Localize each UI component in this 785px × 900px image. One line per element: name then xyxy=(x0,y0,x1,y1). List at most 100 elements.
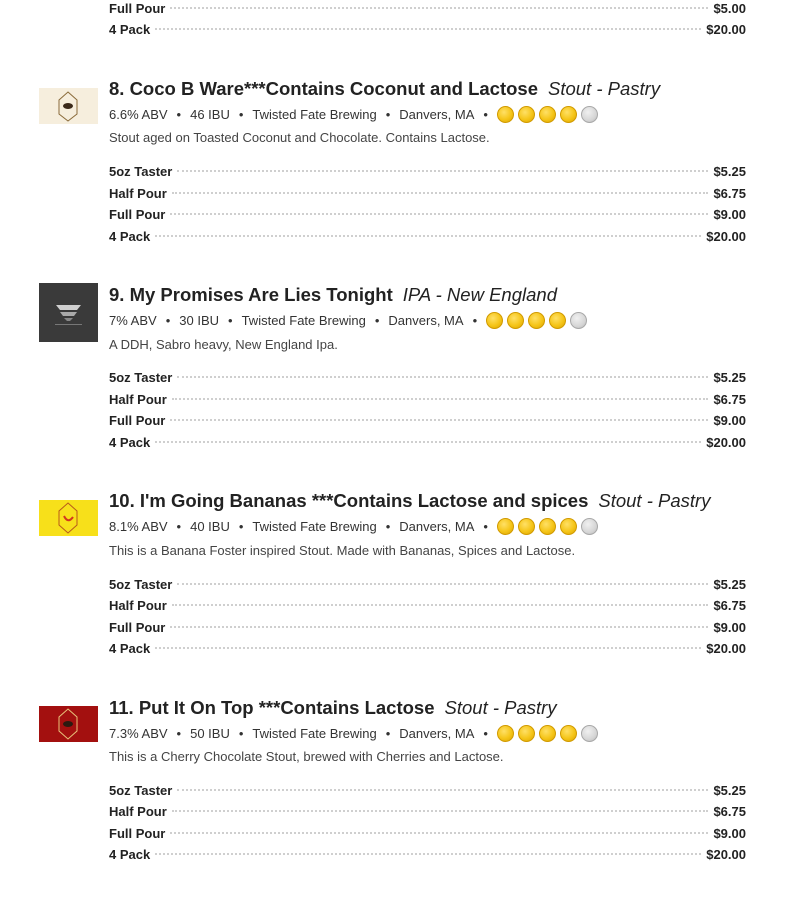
price-value: $9.00 xyxy=(713,826,746,841)
price-row: 4 Pack $20.00 xyxy=(109,435,746,455)
price-value: $6.75 xyxy=(713,598,746,613)
beer-description: A DDH, Sabro heavy, New England Ipa. xyxy=(109,337,338,352)
price-value: $6.75 xyxy=(713,186,746,201)
dotted-leader xyxy=(155,441,702,443)
price-size: Full Pour xyxy=(109,620,166,635)
price-value: $5.25 xyxy=(713,370,746,385)
bottlecap-empty-icon xyxy=(580,105,598,123)
price-size: 4 Pack xyxy=(109,847,151,862)
dotted-leader xyxy=(170,832,709,834)
price-value: $5.25 xyxy=(713,783,746,798)
ibu: 46 IBU xyxy=(190,106,230,122)
price-value: $6.75 xyxy=(713,804,746,819)
price-size: 4 Pack xyxy=(109,641,151,656)
ibu: 50 IBU xyxy=(190,725,230,741)
beer-label-logo[interactable] xyxy=(39,283,98,342)
rating-bottlecaps xyxy=(496,517,598,535)
bottlecap-full-icon xyxy=(496,105,514,123)
abv: 7% ABV xyxy=(109,312,157,328)
price-row: 5oz Taster $5.25 xyxy=(109,370,746,390)
dotted-leader xyxy=(155,235,702,237)
beer-style: Stout - Pastry xyxy=(598,490,711,511)
separator: • xyxy=(176,725,182,741)
dotted-leader xyxy=(170,7,709,9)
separator: • xyxy=(483,725,488,741)
dotted-leader xyxy=(155,28,702,30)
price-row: Half Pour $6.75 xyxy=(109,186,746,206)
beer-label-logo[interactable] xyxy=(39,500,98,536)
separator: • xyxy=(165,312,171,328)
logo-image xyxy=(39,283,98,342)
bottlecap-full-icon xyxy=(559,724,577,742)
price-row: 5oz Taster $5.25 xyxy=(109,164,746,184)
price-row-full-pour: Full Pour $5.00 xyxy=(109,1,746,21)
price-size: 5oz Taster xyxy=(109,783,173,798)
beer-label-logo[interactable] xyxy=(39,706,98,742)
dotted-leader xyxy=(177,583,709,585)
beer-meta: 7% ABV • 30 IBU • Twisted Fate Brewing • Da… xyxy=(109,310,588,330)
price-size: Half Pour xyxy=(109,804,167,819)
price-value: $5.00 xyxy=(713,1,746,16)
price-row: Half Pour $6.75 xyxy=(109,598,746,618)
price-size: Full Pour xyxy=(109,826,166,841)
beer-name[interactable]: 9. My Promises Are Lies Tonight xyxy=(109,284,393,306)
bottlecap-empty-icon xyxy=(570,311,588,329)
price-row: Full Pour $9.00 xyxy=(109,826,746,846)
location: Danvers, MA xyxy=(399,106,475,122)
beer-meta: 7.3% ABV • 50 IBU • Twisted Fate Brewing • … xyxy=(109,723,598,743)
price-value: $6.75 xyxy=(713,392,746,407)
dotted-leader xyxy=(177,789,709,791)
dotted-leader xyxy=(171,192,709,194)
beer-title-line: 11. Put It On Top ***Contains Lactose St… xyxy=(109,697,557,721)
price-size: 5oz Taster xyxy=(109,577,173,592)
price-size: Full Pour xyxy=(109,207,166,222)
beer-label-logo[interactable] xyxy=(39,88,98,124)
price-size: 4 Pack xyxy=(109,229,151,244)
price-size: Half Pour xyxy=(109,598,167,613)
price-row: 5oz Taster $5.25 xyxy=(109,783,746,803)
price-value: $20.00 xyxy=(706,641,746,656)
beer-title-line: 10. I'm Going Bananas ***Contains Lactos… xyxy=(109,490,710,514)
separator: • xyxy=(483,518,488,534)
separator: • xyxy=(238,725,244,741)
beer-name[interactable]: 8. Coco B Ware***Contains Coconut and La… xyxy=(109,78,538,100)
price-value: $20.00 xyxy=(706,847,746,862)
bottlecap-full-icon xyxy=(517,517,535,535)
dotted-leader xyxy=(155,647,702,649)
separator: • xyxy=(228,312,233,328)
abv: 8.1% ABV xyxy=(109,518,168,534)
abv: 6.6% ABV xyxy=(109,106,168,122)
separator: • xyxy=(483,106,488,122)
price-value: $20.00 xyxy=(706,22,746,37)
bottlecap-full-icon xyxy=(507,311,525,329)
abv: 7.3% ABV xyxy=(109,725,168,741)
dotted-leader xyxy=(171,604,709,606)
brewery: Twisted Fate Brewing xyxy=(252,106,377,122)
separator: • xyxy=(472,312,478,328)
price-value: $9.00 xyxy=(713,207,746,222)
rating-bottlecaps xyxy=(496,105,598,123)
beer-style: Stout - Pastry xyxy=(548,78,661,99)
bottlecap-full-icon xyxy=(538,517,556,535)
price-size: Full Pour xyxy=(109,1,166,16)
beer-description: Stout aged on Toasted Coconut and Chocol… xyxy=(109,130,490,145)
rating-bottlecaps xyxy=(486,311,588,329)
beer-name[interactable]: 10. I'm Going Bananas ***Contains Lactos… xyxy=(109,490,588,512)
bottlecap-empty-icon xyxy=(580,724,598,742)
price-size: Half Pour xyxy=(109,392,167,407)
price-row: 4 Pack $20.00 xyxy=(109,641,746,661)
price-value: $9.00 xyxy=(713,413,746,428)
price-row: Half Pour $6.75 xyxy=(109,392,746,412)
price-value: $9.00 xyxy=(713,620,746,635)
bottlecap-full-icon xyxy=(549,311,567,329)
bottlecap-full-icon xyxy=(538,724,556,742)
separator: • xyxy=(238,518,244,534)
separator: • xyxy=(176,106,182,122)
logo-image xyxy=(39,706,98,742)
brewery: Twisted Fate Brewing xyxy=(252,518,377,534)
beer-name[interactable]: 11. Put It On Top ***Contains Lactose xyxy=(109,697,435,719)
location: Danvers, MA xyxy=(399,725,475,741)
separator: • xyxy=(238,106,244,122)
price-row: 4 Pack $20.00 xyxy=(109,229,746,249)
bottlecap-full-icon xyxy=(517,105,535,123)
